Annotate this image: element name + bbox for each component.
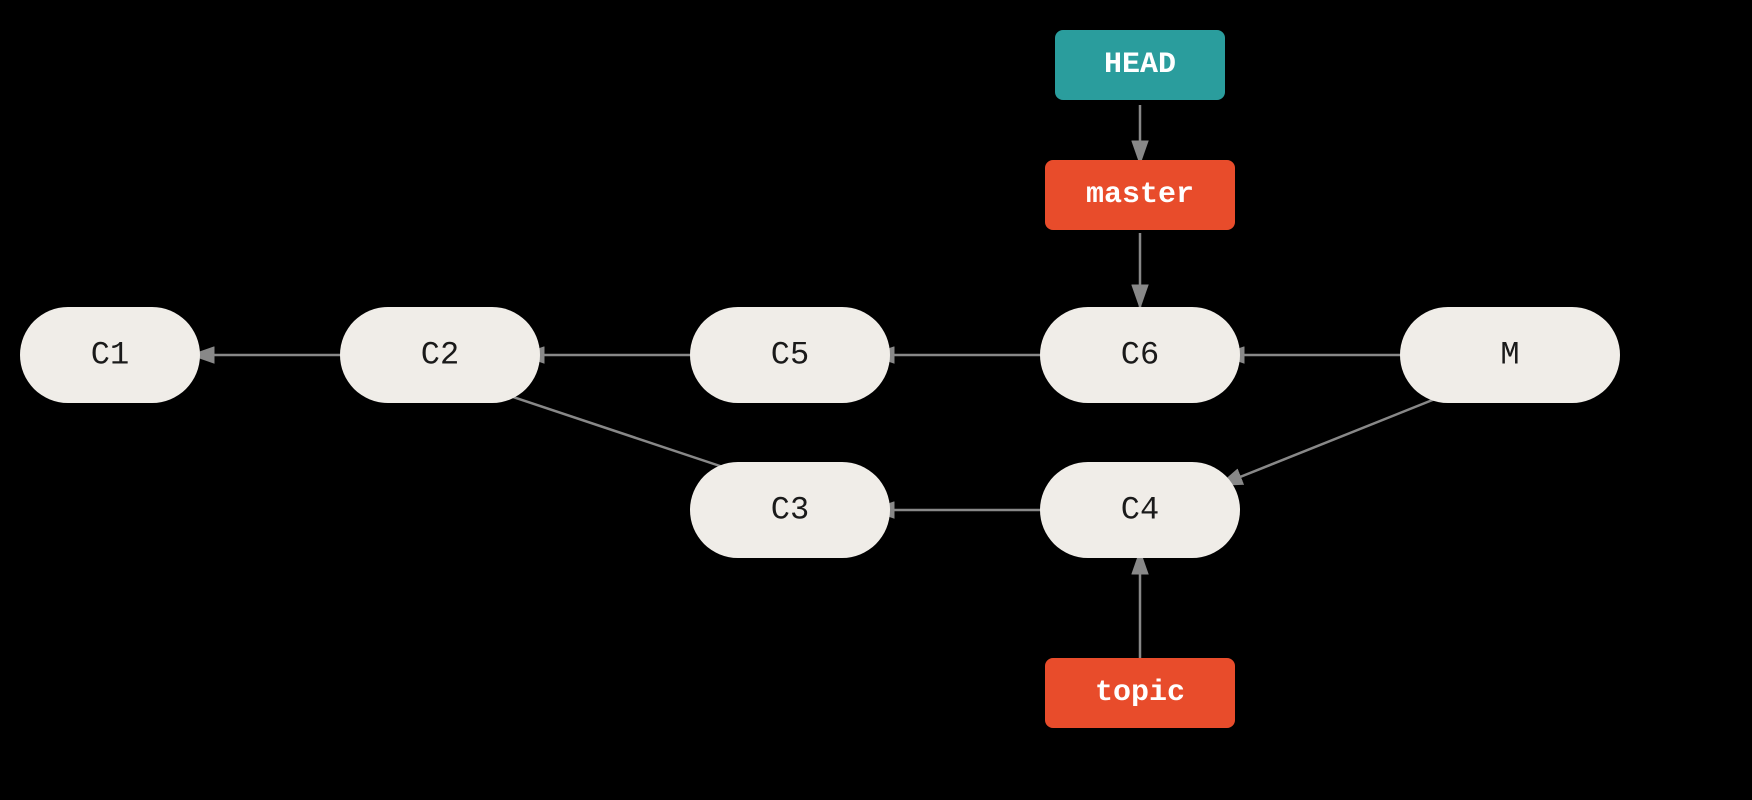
- c4-label: C4: [1121, 492, 1159, 529]
- master-label: master: [1086, 178, 1194, 212]
- c5-label: C5: [771, 337, 809, 374]
- c2-label: C2: [421, 337, 459, 374]
- head-label: HEAD: [1104, 48, 1176, 82]
- m-label: M: [1500, 337, 1519, 374]
- c1-label: C1: [91, 337, 129, 374]
- c6-label: C6: [1121, 337, 1159, 374]
- c3-label: C3: [771, 492, 809, 529]
- topic-label: topic: [1095, 676, 1185, 710]
